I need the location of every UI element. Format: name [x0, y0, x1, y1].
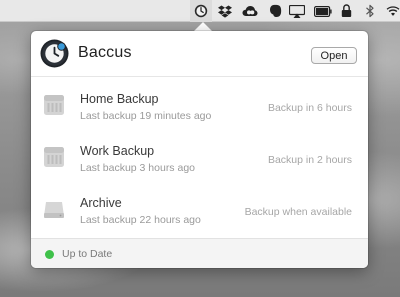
backup-last-time: Last backup 3 hours ago	[80, 162, 195, 174]
backup-name: Home Backup	[80, 92, 159, 106]
backup-next-time: Backup in 2 hours	[267, 154, 352, 166]
creative-cloud-icon[interactable]	[242, 4, 258, 18]
backup-next-time: Backup in 6 hours	[267, 102, 352, 114]
status-indicator-dot	[45, 250, 54, 259]
backup-last-time: Last backup 22 hours ago	[80, 214, 201, 226]
status-text: Up to Date	[62, 248, 113, 260]
airplay-icon[interactable]	[289, 4, 305, 18]
backup-row-work[interactable]: Work Backup Last backup 3 hours ago Back…	[31, 133, 368, 185]
app-title: Baccus	[78, 44, 132, 61]
backup-next-time: Backup when available	[244, 206, 352, 218]
network-drive-icon	[43, 144, 65, 170]
network-drive-icon	[43, 92, 65, 118]
battery-icon[interactable]	[314, 4, 332, 18]
backup-row-archive[interactable]: Archive Last backup 22 hours ago Backup …	[31, 185, 368, 237]
backup-row-home[interactable]: Home Backup Last backup 19 minutes ago B…	[31, 81, 368, 133]
bluetooth-icon[interactable]	[364, 4, 376, 18]
status-footer: Up to Date	[31, 238, 368, 268]
baccus-popover: Baccus Open Home Backup Last backup 19 m…	[31, 31, 368, 268]
backup-last-time: Last backup 19 minutes ago	[80, 110, 212, 122]
backup-name: Work Backup	[80, 144, 155, 158]
external-drive-icon	[43, 196, 65, 222]
wifi-icon[interactable]	[386, 4, 400, 18]
open-button[interactable]: Open	[311, 47, 357, 64]
menu-bar	[0, 0, 400, 22]
evernote-icon[interactable]	[267, 4, 283, 18]
popover-arrow	[194, 22, 212, 31]
backup-name: Archive	[80, 196, 122, 210]
dropbox-icon[interactable]	[217, 4, 233, 18]
baccus-app-icon	[40, 39, 69, 68]
popover-header: Baccus Open	[31, 31, 368, 77]
lock-icon[interactable]	[340, 4, 352, 18]
backup-list: Home Backup Last backup 19 minutes ago B…	[31, 77, 368, 237]
baccus-clock-icon[interactable]	[193, 4, 209, 18]
